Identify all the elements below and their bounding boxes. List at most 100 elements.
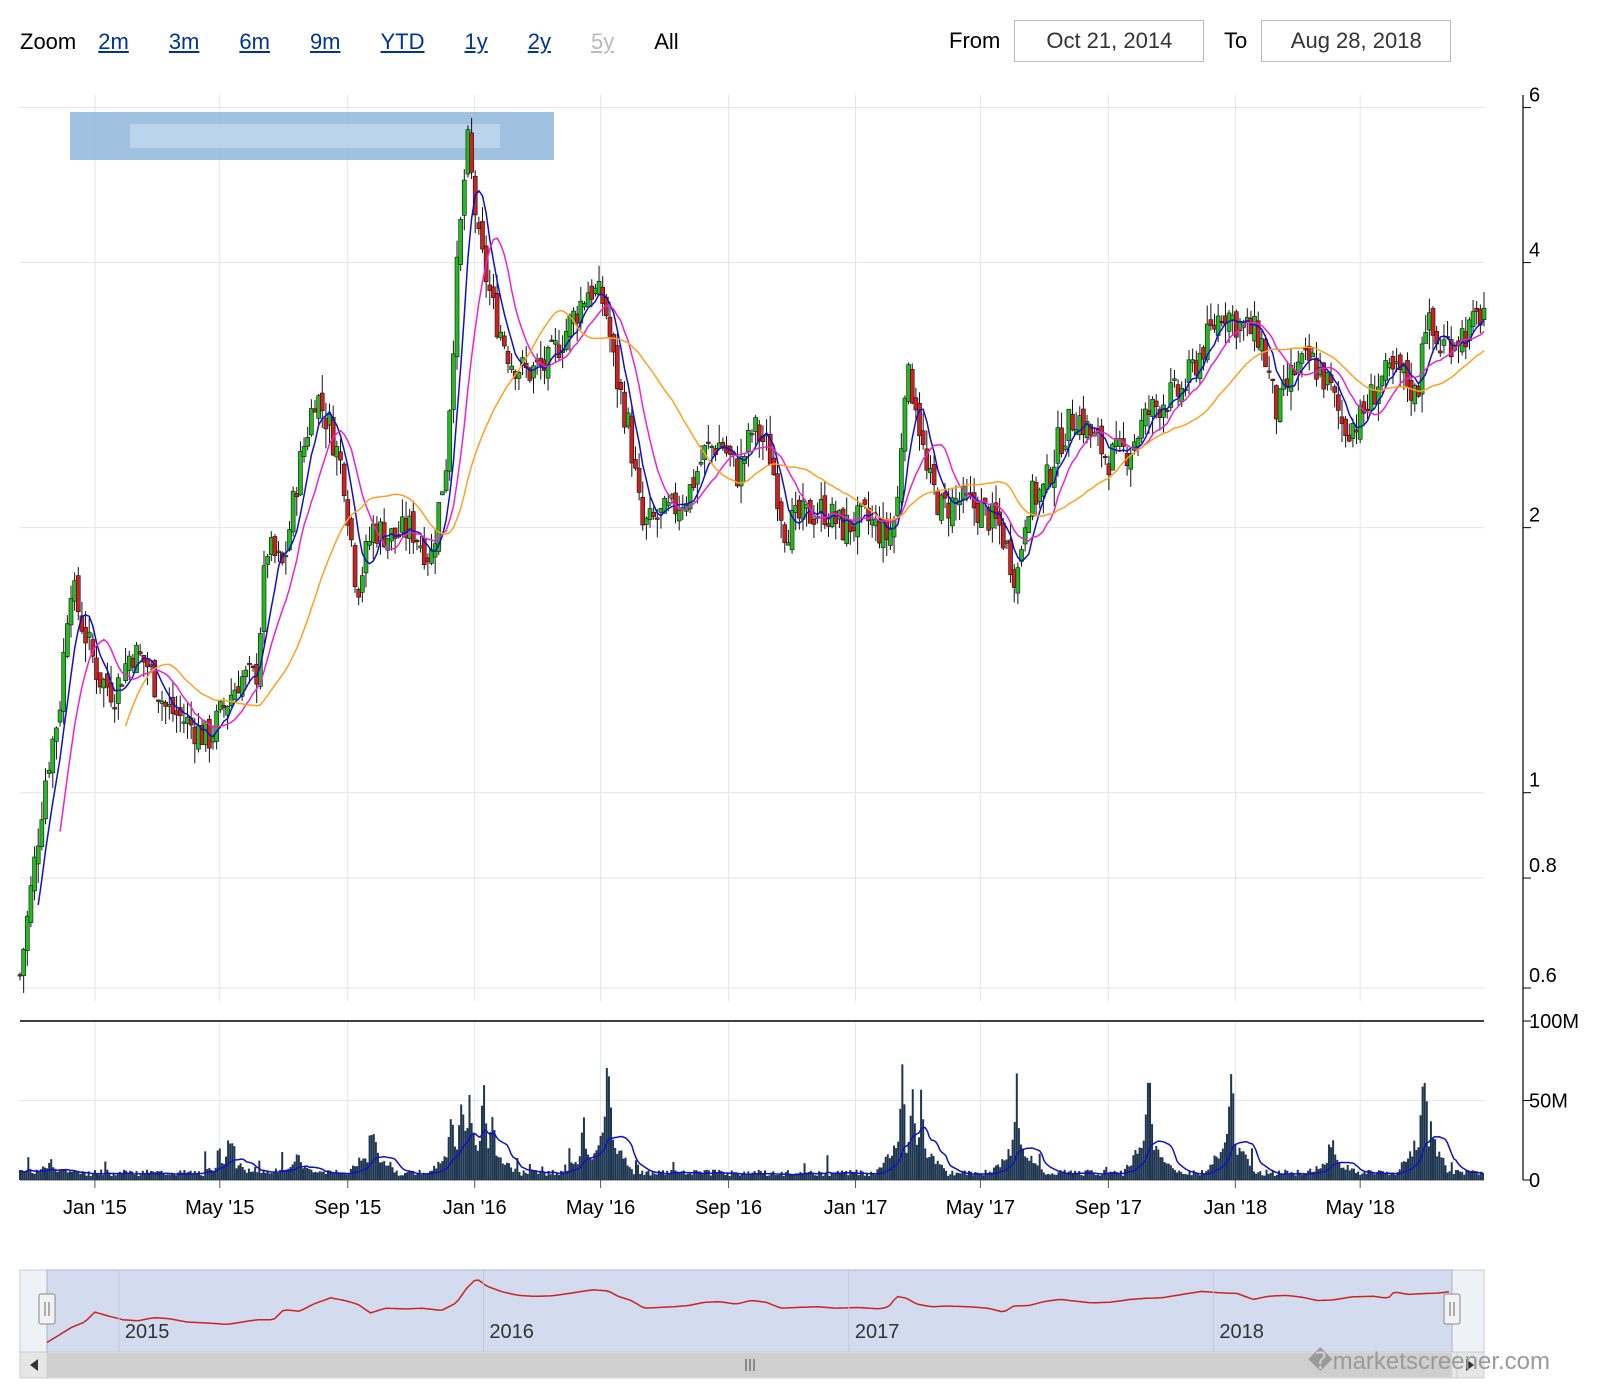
volume-bar — [616, 1153, 619, 1180]
volume-bar — [160, 1170, 163, 1180]
volume-bar — [714, 1169, 717, 1180]
volume-bar — [133, 1174, 136, 1180]
volume-bar — [1163, 1162, 1166, 1180]
candle-body — [443, 470, 449, 491]
volume-bar — [1053, 1174, 1056, 1180]
volume-bar — [649, 1175, 652, 1180]
volume-bar — [1286, 1170, 1289, 1180]
volume-bar — [832, 1174, 835, 1180]
volume-bar — [395, 1170, 398, 1180]
candle-body — [1186, 359, 1192, 383]
volume-bar — [928, 1157, 931, 1180]
volume-bar — [58, 1170, 61, 1180]
x-tick-label: May '15 — [185, 1197, 254, 1219]
candle-body — [979, 501, 984, 528]
volume-bar — [1361, 1173, 1364, 1180]
volume-bar — [127, 1173, 130, 1180]
volume-bar — [505, 1162, 508, 1180]
volume-bar — [1155, 1146, 1158, 1180]
volume-bar — [270, 1172, 273, 1180]
volume-bar — [175, 1175, 178, 1180]
volume-bar — [141, 1170, 144, 1180]
candle-body — [50, 738, 56, 774]
volume-bar — [718, 1169, 721, 1180]
price-tick-label: 1 — [1529, 770, 1540, 792]
candle-body — [931, 464, 937, 486]
candle-body — [1102, 455, 1108, 459]
volume-bar — [1049, 1174, 1052, 1180]
volume-bar — [258, 1160, 261, 1180]
volume-bar — [120, 1173, 123, 1180]
volume-bar — [1255, 1173, 1258, 1180]
volume-bar — [73, 1170, 76, 1180]
candle-body — [902, 397, 908, 452]
volume-bar — [1250, 1148, 1253, 1180]
volume-bar — [383, 1161, 386, 1180]
volume-bar — [953, 1175, 956, 1180]
volume-bar — [595, 1150, 598, 1180]
volume-bar — [480, 1105, 483, 1180]
volume-bar — [1363, 1171, 1366, 1180]
candle-body — [698, 462, 704, 465]
volume-bar — [1042, 1172, 1045, 1180]
candle-body — [461, 179, 467, 216]
navigator-handle-left[interactable] — [38, 1293, 56, 1325]
volume-bar — [938, 1164, 941, 1180]
volume-bar — [1184, 1173, 1187, 1180]
volume-bar — [397, 1175, 400, 1180]
stock-chart[interactable]: 6 4 2 1 0.8 0.6 100M 50M 0 Jan '15 May '15 Sep '1… — [0, 0, 1610, 1400]
candle-body — [629, 415, 635, 464]
candle-body — [811, 518, 817, 525]
volume-bar — [1344, 1169, 1347, 1180]
volume-bar — [1096, 1174, 1099, 1180]
volume-bar — [612, 1139, 615, 1180]
volume-bar — [514, 1168, 517, 1180]
volume-bar — [641, 1170, 644, 1180]
volume-bar — [1434, 1139, 1437, 1180]
volume-bar — [899, 1108, 902, 1180]
volume-bar — [620, 1150, 623, 1180]
volume-bar — [318, 1171, 321, 1180]
volume-bar — [572, 1163, 575, 1180]
volume-bar — [1198, 1175, 1201, 1180]
candle-body — [516, 371, 522, 379]
volume-bar — [1346, 1164, 1349, 1180]
candle-body — [651, 512, 656, 517]
volume-bar — [29, 1170, 32, 1180]
volume-bar — [955, 1172, 958, 1180]
volume-bar — [320, 1171, 323, 1180]
candle-body — [633, 459, 638, 469]
volume-bar — [524, 1172, 527, 1180]
volume-bar — [368, 1135, 371, 1180]
volume-bar — [949, 1174, 952, 1180]
candle-body — [360, 575, 365, 593]
x-tick-label: Sep '16 — [695, 1197, 762, 1219]
candle-body — [1437, 350, 1443, 354]
candle-body — [86, 631, 92, 638]
volume-bar — [478, 1141, 481, 1180]
candlestick-series — [17, 117, 1487, 993]
candle-body — [665, 501, 671, 506]
volume-bar — [143, 1174, 146, 1180]
volume-bar — [1402, 1161, 1405, 1180]
volume-bar — [510, 1167, 513, 1180]
volume-bar — [1090, 1170, 1093, 1180]
navigator: 2015 2016 2017 2018 — [19, 1269, 1485, 1379]
candle-body — [1332, 386, 1337, 393]
volume-bar — [1228, 1106, 1231, 1180]
volume-bar — [818, 1171, 821, 1180]
volume-bar — [859, 1170, 862, 1180]
candle-body — [1172, 378, 1177, 381]
candle-body — [939, 494, 944, 521]
x-axis: Jan '15 May '15 Sep '15 Jan '16 May '16 Sep '… — [63, 1180, 1395, 1219]
price-tick-label: 0.6 — [1529, 965, 1557, 987]
candle-body — [1099, 425, 1104, 455]
candle-body — [1336, 394, 1341, 411]
volume-bar — [512, 1171, 515, 1180]
navigator-handle-right[interactable] — [1443, 1293, 1461, 1325]
volume-bar — [703, 1170, 706, 1180]
volume-bar — [591, 1159, 594, 1180]
volume-bar — [1327, 1144, 1330, 1180]
volume-bar — [277, 1172, 280, 1180]
candle-body — [276, 550, 281, 553]
